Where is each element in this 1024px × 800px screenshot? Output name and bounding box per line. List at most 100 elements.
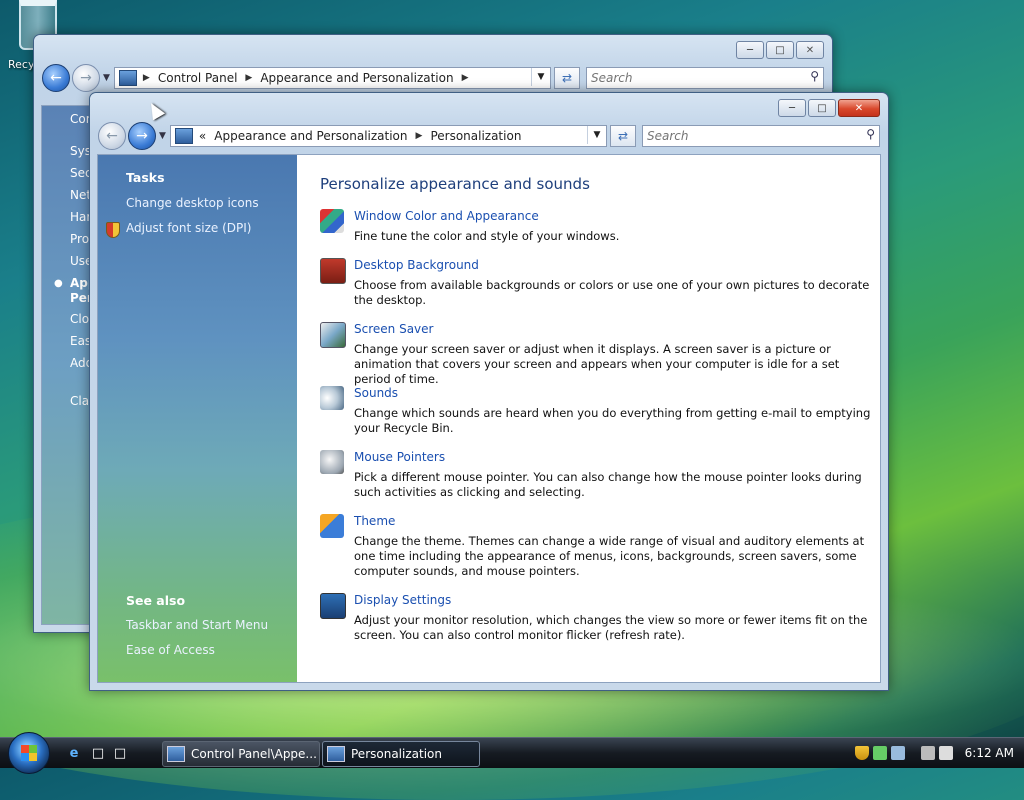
nav-item[interactable]: Add — [70, 356, 90, 370]
window-color-icon[interactable] — [320, 209, 344, 233]
nav-item[interactable]: Sec — [70, 166, 90, 180]
nav-item-current[interactable]: App — [70, 276, 90, 290]
desktop-background-link[interactable]: Desktop Background — [354, 258, 479, 272]
windows-update-icon[interactable] — [890, 746, 905, 760]
back-button[interactable]: ← — [42, 64, 70, 92]
main-content: Personalize appearance and sounds Window… — [297, 155, 880, 682]
chevron-right-icon: ▶ — [245, 73, 253, 83]
search-box[interactable]: ⚲ — [642, 125, 880, 147]
mouse-pointers-icon[interactable] — [320, 450, 344, 474]
theme-icon[interactable] — [320, 514, 344, 538]
maximize-button[interactable]: □ — [766, 41, 794, 59]
refresh-button[interactable]: ⇄ — [554, 67, 580, 89]
recent-pages-icon[interactable]: ▼ — [159, 131, 166, 141]
control-panel-icon — [167, 746, 185, 762]
breadcrumb-overflow[interactable]: « — [199, 129, 206, 143]
tasks-heading: Tasks — [126, 170, 165, 185]
chevron-right-icon: ▶ — [415, 131, 423, 141]
breadcrumb-appearance[interactable]: Appearance and Personalization — [260, 71, 453, 85]
window-color-link[interactable]: Window Color and Appearance — [354, 209, 539, 223]
volume-muted-icon[interactable] — [938, 746, 953, 760]
nav-item[interactable]: Clo — [70, 312, 90, 326]
show-desktop-icon[interactable]: □ — [90, 744, 106, 762]
taskbar-button-control-panel[interactable]: Control Panel\Appe... — [162, 741, 320, 767]
see-also-heading: See also — [126, 593, 186, 608]
windows-defender-icon[interactable] — [872, 746, 887, 760]
personalization-window[interactable]: ─ □ ✕ ← → ▼ « Appearance and Personaliza… — [89, 92, 889, 691]
breadcrumb-appearance[interactable]: Appearance and Personalization — [214, 129, 407, 143]
forward-button[interactable]: → — [128, 122, 156, 150]
adjust-font-size-link[interactable]: Adjust font size (DPI) — [126, 221, 251, 235]
search-icon[interactable]: ⚲ — [866, 127, 875, 141]
taskbar: e □ □ Control Panel\Appe... Personalizat… — [0, 732, 1024, 774]
control-panel-icon — [118, 70, 137, 86]
current-bullet-icon: ● — [54, 278, 63, 289]
screen-saver-icon[interactable] — [320, 322, 346, 348]
change-desktop-icons-link[interactable]: Change desktop icons — [126, 196, 259, 210]
nav-item-current-line2[interactable]: Per — [70, 291, 90, 305]
nav-item[interactable]: Har — [70, 210, 90, 224]
item-description: Adjust your monitor resolution, which ch… — [354, 613, 868, 642]
item-description: Change the theme. Themes can change a wi… — [354, 534, 865, 578]
back-button[interactable]: ← — [98, 122, 126, 150]
search-icon[interactable]: ⚲ — [810, 69, 819, 83]
security-shield-icon[interactable] — [854, 746, 869, 760]
forward-button[interactable]: → — [72, 64, 100, 92]
close-button[interactable]: ✕ — [838, 99, 880, 117]
breadcrumb-control-panel[interactable]: Control Panel — [158, 71, 238, 85]
nav-item[interactable]: Con — [70, 112, 90, 126]
search-input[interactable] — [643, 128, 879, 144]
minimize-button[interactable]: ─ — [736, 41, 764, 59]
address-dropdown-icon[interactable]: ▼ — [587, 126, 606, 144]
uac-shield-icon — [106, 222, 120, 238]
nav-item[interactable]: Net — [70, 188, 90, 202]
desktop-background-icon[interactable] — [320, 258, 346, 284]
breadcrumb-personalization[interactable]: Personalization — [430, 129, 521, 143]
item-description: Change your screen saver or adjust when … — [354, 342, 840, 386]
item-description: Pick a different mouse pointer. You can … — [354, 470, 862, 499]
minimize-button[interactable]: ─ — [778, 99, 806, 117]
tasks-pane: Tasks Change desktop icons Adjust font s… — [98, 155, 297, 682]
nav-item[interactable]: Eas — [70, 334, 90, 348]
nav-item[interactable]: Pro — [70, 232, 90, 246]
network-icon[interactable] — [920, 746, 935, 760]
system-tray: 6:12 AM — [854, 738, 1024, 768]
chevron-right-icon: ▶ — [142, 73, 150, 83]
chevron-right-icon: ▶ — [461, 73, 469, 83]
internet-explorer-icon[interactable]: e — [66, 744, 82, 762]
sounds-icon[interactable] — [320, 386, 344, 410]
theme-link[interactable]: Theme — [354, 514, 395, 528]
item-description: Choose from available backgrounds or col… — [354, 278, 870, 307]
windows-logo-icon-part — [21, 753, 37, 761]
nav-item[interactable]: Use — [70, 254, 90, 268]
search-box[interactable]: ⚲ — [586, 67, 824, 89]
close-button[interactable]: ✕ — [796, 41, 824, 59]
personalization-icon — [327, 746, 345, 762]
taskbar-button-label: Control Panel\Appe... — [191, 747, 317, 761]
item-description: Fine tune the color and style of your wi… — [354, 229, 620, 243]
taskbar-button-label: Personalization — [351, 747, 442, 761]
control-panel-nav: Con Syst Sec Net Har Pro Use ● App Per C… — [42, 106, 92, 624]
recent-pages-icon[interactable]: ▼ — [103, 73, 110, 83]
display-settings-link[interactable]: Display Settings — [354, 593, 451, 607]
page-title: Personalize appearance and sounds — [320, 175, 590, 193]
item-description: Change which sounds are heard when you d… — [354, 406, 871, 435]
address-bar[interactable]: ▶ Control Panel ▶ Appearance and Persona… — [113, 67, 551, 89]
mouse-pointers-link[interactable]: Mouse Pointers — [354, 450, 445, 464]
nav-item[interactable]: Syst — [70, 144, 90, 158]
personalization-icon — [174, 128, 193, 144]
nav-item[interactable]: Clas — [70, 394, 90, 408]
taskbar-button-personalization[interactable]: Personalization — [322, 741, 480, 767]
address-dropdown-icon[interactable]: ▼ — [531, 68, 550, 86]
sounds-link[interactable]: Sounds — [354, 386, 398, 400]
taskbar-start-menu-link[interactable]: Taskbar and Start Menu — [126, 618, 268, 632]
refresh-button[interactable]: ⇄ — [610, 125, 636, 147]
ease-of-access-link[interactable]: Ease of Access — [126, 643, 215, 657]
search-input[interactable] — [587, 70, 823, 86]
maximize-button[interactable]: □ — [808, 99, 836, 117]
switch-windows-icon[interactable]: □ — [112, 744, 128, 762]
address-bar[interactable]: « Appearance and Personalization ▶ Perso… — [169, 125, 607, 147]
screen-saver-link[interactable]: Screen Saver — [354, 322, 433, 336]
clock[interactable]: 6:12 AM — [965, 746, 1014, 760]
display-settings-icon[interactable] — [320, 593, 346, 619]
